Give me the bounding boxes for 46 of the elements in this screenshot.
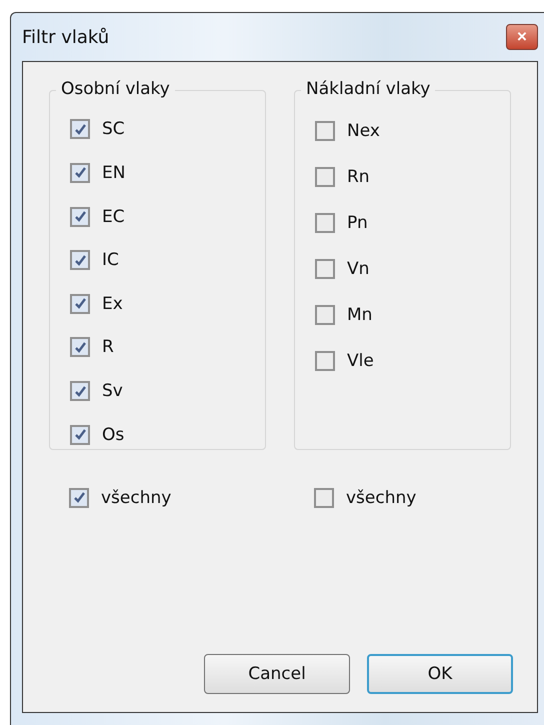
group-title: Osobní vlaky [56, 79, 175, 99]
checkbox[interactable] [69, 488, 89, 508]
cancel-button[interactable]: Cancel [204, 654, 350, 694]
checkbox-label: Ex [102, 294, 123, 314]
checkbox[interactable] [70, 294, 90, 314]
checkbox-label: IC [102, 250, 119, 270]
checkbox-label: Vle [347, 350, 374, 370]
checkbox[interactable] [315, 166, 335, 186]
checkbox-label: všechny [101, 488, 172, 508]
checkbox-label: všechny [346, 488, 416, 508]
checkbox[interactable] [315, 258, 335, 278]
window-title: Filtr vlaků [22, 26, 110, 48]
checkbox-label: Os [102, 424, 124, 445]
checkbox-label: Mn [347, 304, 372, 324]
checkbox[interactable] [315, 304, 335, 324]
checkbox[interactable] [314, 488, 334, 508]
checkbox-label: Vn [347, 258, 370, 278]
group-title: Nákladní vlaky [301, 79, 436, 99]
check-icon [74, 384, 86, 398]
checkbox-label: Nex [347, 120, 380, 140]
checkbox[interactable] [70, 206, 90, 227]
checkbox-label: EC [102, 206, 125, 227]
check-icon [74, 340, 86, 354]
checkbox-label: Sv [102, 381, 123, 402]
check-icon [74, 166, 86, 180]
checkbox[interactable] [70, 381, 90, 402]
checkbox-label: Rn [347, 166, 370, 186]
checkbox[interactable] [70, 424, 90, 445]
check-icon [74, 254, 86, 267]
check-icon [74, 122, 86, 136]
check-icon [74, 210, 86, 224]
checkbox-label: R [102, 337, 114, 358]
checkbox[interactable] [70, 119, 90, 140]
checkbox[interactable] [315, 350, 335, 370]
check-icon [74, 297, 86, 310]
checkbox[interactable] [70, 337, 90, 358]
checkbox[interactable] [315, 120, 335, 140]
check-icon [74, 428, 86, 442]
checkbox[interactable] [70, 162, 90, 183]
checkbox-label: SC [102, 119, 125, 140]
checkbox-label: EN [102, 162, 126, 183]
checkbox[interactable] [70, 250, 90, 270]
checkbox[interactable] [315, 212, 335, 232]
ok-button[interactable]: OK [367, 654, 513, 694]
checkbox-label: Pn [347, 212, 368, 232]
check-icon [72, 491, 86, 504]
